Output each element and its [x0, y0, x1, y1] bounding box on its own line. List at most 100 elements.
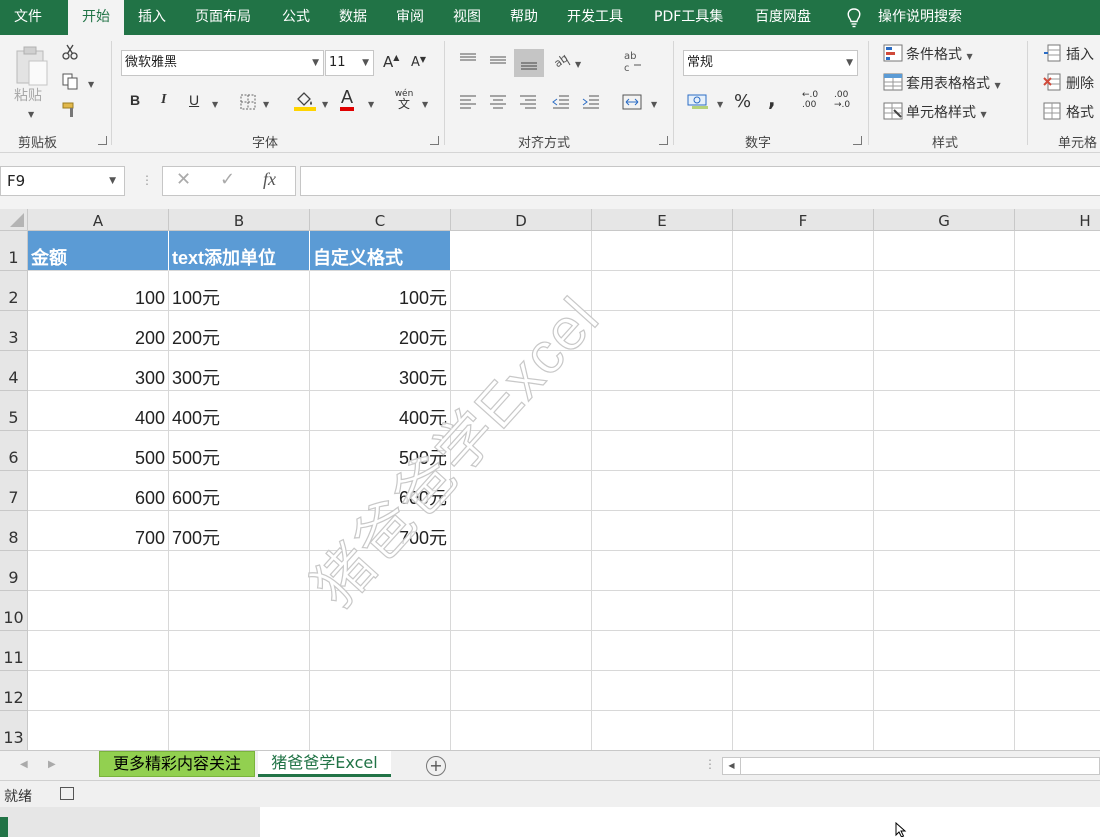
cell-a2[interactable]: 100 — [28, 271, 169, 311]
column-header-f[interactable]: F — [733, 209, 874, 231]
cell-g12[interactable] — [874, 671, 1015, 711]
cell-b9[interactable] — [169, 551, 310, 591]
scroll-grip[interactable]: ⋮ — [704, 757, 716, 771]
percent-style-button[interactable]: % — [734, 91, 751, 112]
column-header-a[interactable]: A — [28, 209, 169, 231]
cell-f13[interactable] — [733, 711, 874, 750]
cell-c11[interactable] — [310, 631, 451, 671]
row-header-10[interactable]: 10 — [0, 591, 28, 631]
cell-a11[interactable] — [28, 631, 169, 671]
cell-h7[interactable] — [1015, 471, 1100, 511]
row-header-1[interactable]: 1 — [0, 231, 28, 271]
cell-c12[interactable] — [310, 671, 451, 711]
cell-e13[interactable] — [592, 711, 733, 750]
cell-f2[interactable] — [733, 271, 874, 311]
insert-function-icon[interactable]: fx — [263, 169, 276, 190]
column-header-g[interactable]: G — [874, 209, 1015, 231]
cell-h5[interactable] — [1015, 391, 1100, 431]
merge-center-icon[interactable] — [621, 93, 643, 111]
cell-f6[interactable] — [733, 431, 874, 471]
accounting-dropdown[interactable]: ▼ — [717, 95, 723, 111]
cell-a8[interactable]: 700 — [28, 511, 169, 551]
align-bottom-button[interactable] — [514, 49, 544, 77]
copy-icon[interactable] — [61, 72, 79, 90]
cell-g13[interactable] — [874, 711, 1015, 750]
worksheet-grid[interactable]: A B C D E F G H 1 金额 text添加单位 自定义格式 2 100 100元 100元 3 200… — [0, 209, 1100, 750]
increase-decimal-button[interactable]: ←.0.00 — [802, 90, 818, 110]
tab-home[interactable]: 开始 — [68, 0, 124, 35]
cell-h8[interactable] — [1015, 511, 1100, 551]
next-sheet-icon[interactable]: ▶ — [48, 759, 56, 770]
phonetic-dropdown[interactable]: ▼ — [422, 95, 428, 111]
increase-font-size-button[interactable]: A▲ — [383, 53, 399, 71]
orientation-dropdown[interactable]: ▼ — [575, 55, 581, 71]
tab-view[interactable]: 视图 — [453, 0, 481, 35]
fill-color-dropdown[interactable]: ▼ — [322, 95, 328, 111]
orientation-icon[interactable]: ab — [552, 51, 572, 69]
tab-help[interactable]: 帮助 — [510, 0, 538, 35]
cell-d4[interactable] — [451, 351, 592, 391]
cell-e4[interactable] — [592, 351, 733, 391]
tell-me-search[interactable]: 操作说明搜索 — [878, 0, 962, 35]
row-header-13[interactable]: 13 — [0, 711, 28, 750]
scroll-left-icon[interactable]: ◀ — [723, 758, 741, 774]
delete-cells-icon[interactable] — [1043, 73, 1061, 91]
row-header-5[interactable]: 5 — [0, 391, 28, 431]
insert-cells-button[interactable]: 插入 — [1066, 44, 1094, 64]
font-dialog-launcher[interactable] — [430, 136, 439, 145]
conditional-formatting-button[interactable]: 条件格式 ▼ — [906, 44, 973, 64]
format-cells-icon[interactable] — [1043, 102, 1061, 120]
cell-g8[interactable] — [874, 511, 1015, 551]
cell-g4[interactable] — [874, 351, 1015, 391]
cell-e9[interactable] — [592, 551, 733, 591]
cell-a4[interactable]: 300 — [28, 351, 169, 391]
prev-sheet-icon[interactable]: ◀ — [20, 759, 28, 770]
cell-f10[interactable] — [733, 591, 874, 631]
cell-styles-icon[interactable] — [883, 102, 903, 120]
align-top-icon[interactable] — [458, 52, 478, 68]
cell-a9[interactable] — [28, 551, 169, 591]
font-color-dropdown[interactable]: ▼ — [368, 95, 374, 111]
cell-a1[interactable]: 金额 — [28, 231, 169, 271]
cell-a6[interactable]: 500 — [28, 431, 169, 471]
accounting-format-icon[interactable] — [686, 91, 712, 111]
cell-e5[interactable] — [592, 391, 733, 431]
cell-d13[interactable] — [451, 711, 592, 750]
cell-f4[interactable] — [733, 351, 874, 391]
cell-h1[interactable] — [1015, 231, 1100, 271]
row-header-3[interactable]: 3 — [0, 311, 28, 351]
cell-a5[interactable]: 400 — [28, 391, 169, 431]
column-header-e[interactable]: E — [592, 209, 733, 231]
increase-indent-icon[interactable] — [581, 94, 601, 110]
tab-developer[interactable]: 开发工具 — [567, 0, 623, 35]
decrease-indent-icon[interactable] — [551, 94, 571, 110]
cell-c10[interactable] — [310, 591, 451, 631]
cell-a3[interactable]: 200 — [28, 311, 169, 351]
align-middle-icon[interactable] — [488, 52, 508, 68]
cell-h13[interactable] — [1015, 711, 1100, 750]
tab-insert[interactable]: 插入 — [138, 0, 166, 35]
row-header-6[interactable]: 6 — [0, 431, 28, 471]
format-as-table-icon[interactable] — [883, 73, 903, 91]
row-header-11[interactable]: 11 — [0, 631, 28, 671]
tab-review[interactable]: 审阅 — [396, 0, 424, 35]
cell-b1[interactable]: text添加单位 — [169, 231, 310, 271]
alignment-dialog-launcher[interactable] — [659, 136, 668, 145]
formula-input[interactable] — [300, 166, 1100, 196]
cell-c6[interactable]: 500元 — [310, 431, 451, 471]
column-header-b[interactable]: B — [169, 209, 310, 231]
cell-d2[interactable] — [451, 271, 592, 311]
cell-b3[interactable]: 200元 — [169, 311, 310, 351]
cell-b2[interactable]: 100元 — [169, 271, 310, 311]
cell-e1[interactable] — [592, 231, 733, 271]
cell-b13[interactable] — [169, 711, 310, 750]
paste-button[interactable]: 粘贴 — [14, 85, 42, 105]
cell-g6[interactable] — [874, 431, 1015, 471]
cell-d11[interactable] — [451, 631, 592, 671]
cancel-icon[interactable]: ✕ — [176, 169, 191, 190]
format-painter-icon[interactable] — [61, 101, 79, 119]
cell-d5[interactable] — [451, 391, 592, 431]
select-all-button[interactable] — [0, 209, 28, 231]
row-header-12[interactable]: 12 — [0, 671, 28, 711]
cell-e11[interactable] — [592, 631, 733, 671]
